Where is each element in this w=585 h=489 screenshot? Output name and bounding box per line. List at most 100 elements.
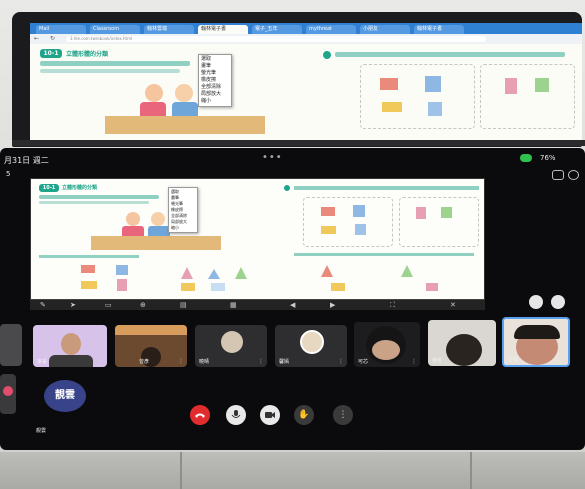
shape-hexagon: [321, 226, 336, 234]
participant-tile-partial[interactable]: [0, 324, 22, 366]
shape-cylinder: [441, 207, 452, 218]
participant-face: [372, 340, 400, 360]
raise-hand-icon[interactable]: ✋: [294, 405, 314, 425]
child-illustration: [172, 102, 198, 116]
menu-item[interactable]: 螢光筆: [201, 70, 229, 77]
layout-icon[interactable]: [551, 295, 565, 309]
more-icon[interactable]: ⋮: [98, 358, 104, 365]
menu-item[interactable]: 局部放大: [201, 91, 229, 98]
laptop-tab[interactable]: Classroom: [90, 25, 140, 34]
participant-tile[interactable]: 睿哲 ⋮: [428, 320, 496, 366]
participant-tile-active[interactable]: 士程 ⋮: [502, 317, 570, 367]
zoom-icon[interactable]: ⊕: [140, 301, 146, 309]
laptop-tab[interactable]: Mail: [36, 25, 86, 34]
shape-pyramid: [321, 265, 333, 277]
question-line: [40, 61, 190, 66]
laptop-tab[interactable]: 翰林電子書: [414, 25, 464, 34]
child-illustration: [145, 84, 163, 102]
child-illustration: [148, 226, 170, 236]
battery-indicator: 76%: [540, 154, 556, 162]
mic-icon[interactable]: [226, 405, 246, 425]
close-icon[interactable]: ✕: [450, 301, 456, 309]
menu-item[interactable]: 縮小: [171, 225, 195, 231]
participant-name: 睿哲: [432, 358, 443, 364]
more-icon[interactable]: ⋮: [178, 358, 184, 365]
switch-camera-icon[interactable]: [552, 170, 564, 180]
shape-cube: [428, 102, 442, 116]
more-icon[interactable]: ⋮: [333, 405, 353, 425]
menu-item[interactable]: 畫筆: [201, 63, 229, 70]
step-circle: [283, 184, 291, 192]
participant-tile[interactable]: 可芯 ⋮: [354, 322, 420, 367]
tool-menu: 選取 畫筆 螢光筆 橡皮擦 全部清除 局部放大 縮小: [198, 54, 232, 107]
shape-pyramid: [208, 269, 220, 279]
participant-tile[interactable]: 家長 ⋮: [33, 325, 107, 367]
phone-hangup-icon[interactable]: [190, 405, 210, 425]
multitask-dots-icon[interactable]: •••: [262, 152, 283, 163]
shape-prism: [211, 283, 225, 291]
camera-icon[interactable]: [260, 405, 280, 425]
question-line: [39, 201, 149, 204]
shape-box: [360, 64, 475, 129]
lesson-badge: 10-1: [39, 184, 59, 192]
desk-illustration: [105, 116, 265, 134]
shape-cube: [353, 205, 365, 217]
more-icon[interactable]: ⋮: [559, 356, 565, 363]
refresh-icon[interactable]: ↻: [50, 35, 55, 42]
laptop-bezel-bottom: [12, 140, 585, 146]
menu-item[interactable]: 全部清除: [201, 84, 229, 91]
shape-prism: [81, 265, 95, 273]
laptop-tab-active[interactable]: 翰林電子書: [198, 25, 248, 34]
next-icon[interactable]: ▶: [330, 301, 335, 309]
eraser-icon[interactable]: ▭: [105, 301, 112, 309]
room-background: [115, 325, 187, 335]
page-icon[interactable]: ▤: [180, 301, 187, 309]
shape-prism: [426, 283, 438, 291]
laptop-url-field[interactable]: 3.hle.com.tw/ebook/index.html: [66, 36, 486, 42]
laptop-tab[interactable]: 小朋友: [360, 25, 410, 34]
participant-name: 曾彥: [139, 359, 150, 365]
participant-face: [61, 333, 81, 355]
settings-icon[interactable]: [568, 170, 579, 180]
camera-indicator-icon: [520, 154, 532, 162]
menu-item[interactable]: 縮小: [201, 98, 229, 105]
laptop-tab[interactable]: mythreat: [306, 25, 356, 34]
question-line: [294, 253, 474, 256]
pointer-icon[interactable]: ➤: [70, 301, 76, 309]
grid-icon[interactable]: ▦: [230, 301, 237, 309]
participant-tile-partial[interactable]: [0, 374, 16, 414]
lesson-badge: 10-1: [40, 49, 62, 58]
back-icon[interactable]: ←: [34, 35, 39, 42]
more-icon[interactable]: ⋮: [338, 358, 344, 365]
desk-seam: [470, 452, 472, 489]
desk-illustration: [91, 236, 221, 250]
shape-hexagon: [81, 281, 97, 289]
shape-box: [399, 197, 479, 247]
participant-tile[interactable]: 馨嫣 ⋮: [275, 325, 347, 367]
pen-icon[interactable]: ✎: [40, 301, 46, 309]
menu-item[interactable]: 橡皮擦: [201, 77, 229, 84]
participant-tile[interactable]: 曾彥 ⋮: [115, 325, 187, 367]
more-icon[interactable]: ⋮: [487, 357, 493, 364]
laptop-tab[interactable]: 翰林雲端: [144, 25, 194, 34]
laptop-ebook-page: 10-1 立體形體的分類 選取 畫筆 螢光筆 橡皮擦 全部清除 局部放大 縮小: [30, 44, 582, 141]
laptop-screen: Mail Classroom 翰林雲端 翰林電子書 電子_五年 mythreat…: [30, 23, 582, 141]
more-icon[interactable]: ⋮: [411, 358, 417, 365]
fullscreen-icon[interactable]: ⛶: [390, 301, 395, 310]
participant-name: 馨嫣: [279, 359, 290, 365]
shape-prism: [331, 283, 345, 291]
shape-cube: [116, 265, 128, 275]
participant-avatar-initials[interactable]: 靚雲: [44, 380, 86, 412]
laptop-tab-bar: Mail Classroom 翰林雲端 翰林電子書 電子_五年 mythreat…: [30, 23, 582, 34]
pin-icon[interactable]: [529, 295, 543, 309]
step-circle: [322, 50, 332, 60]
child-illustration: [126, 212, 140, 226]
prev-icon[interactable]: ◀: [290, 301, 295, 309]
participant-hair: [514, 325, 560, 339]
laptop-tab[interactable]: 電子_五年: [252, 25, 302, 34]
more-icon[interactable]: ⋮: [258, 358, 264, 365]
laptop-address-bar: ← ↻ 3.hle.com.tw/ebook/index.html: [30, 34, 582, 44]
desk-surface: [0, 452, 585, 489]
participant-tile[interactable]: 曉晴 ⋮: [195, 325, 267, 367]
menu-item[interactable]: 選取: [201, 56, 229, 63]
